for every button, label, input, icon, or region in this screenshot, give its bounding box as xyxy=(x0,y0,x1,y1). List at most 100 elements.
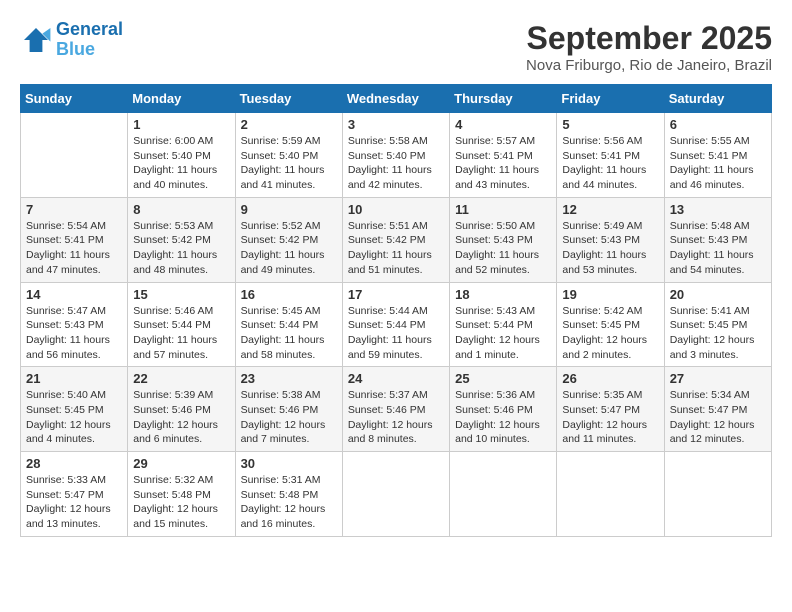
day-number: 28 xyxy=(26,456,122,471)
day-number: 9 xyxy=(241,202,337,217)
calendar-cell: 12 Sunrise: 5:49 AMSunset: 5:43 PMDayligh… xyxy=(557,197,664,282)
calendar-cell: 30 Sunrise: 5:31 AMSunset: 5:48 PMDayligh… xyxy=(235,452,342,537)
day-number: 5 xyxy=(562,117,658,132)
calendar-cell: 21 Sunrise: 5:40 AMSunset: 5:45 PMDayligh… xyxy=(21,367,128,452)
calendar-cell: 6 Sunrise: 5:55 AMSunset: 5:41 PMDaylight… xyxy=(664,113,771,198)
day-info: Sunrise: 5:33 AMSunset: 5:47 PMDaylight:… xyxy=(26,473,122,532)
calendar-cell xyxy=(557,452,664,537)
calendar-cell: 8 Sunrise: 5:53 AMSunset: 5:42 PMDaylight… xyxy=(128,197,235,282)
calendar-cell xyxy=(21,113,128,198)
day-number: 27 xyxy=(670,371,766,386)
calendar-cell: 23 Sunrise: 5:38 AMSunset: 5:46 PMDayligh… xyxy=(235,367,342,452)
day-number: 12 xyxy=(562,202,658,217)
day-number: 24 xyxy=(348,371,444,386)
calendar-cell: 25 Sunrise: 5:36 AMSunset: 5:46 PMDayligh… xyxy=(450,367,557,452)
weekday-header: Tuesday xyxy=(235,85,342,113)
day-number: 2 xyxy=(241,117,337,132)
day-number: 21 xyxy=(26,371,122,386)
calendar-cell: 10 Sunrise: 5:51 AMSunset: 5:42 PMDayligh… xyxy=(342,197,449,282)
weekday-header: Sunday xyxy=(21,85,128,113)
calendar-cell: 9 Sunrise: 5:52 AMSunset: 5:42 PMDaylight… xyxy=(235,197,342,282)
calendar-cell xyxy=(664,452,771,537)
calendar-cell: 20Sunrise: 5:41 AMSunset: 5:45 PMDayligh… xyxy=(664,282,771,367)
day-number: 10 xyxy=(348,202,444,217)
weekday-header: Thursday xyxy=(450,85,557,113)
day-info: Sunrise: 5:53 AMSunset: 5:42 PMDaylight:… xyxy=(133,219,229,278)
calendar-table: SundayMondayTuesdayWednesdayThursdayFrid… xyxy=(20,84,772,537)
day-number: 19 xyxy=(562,287,658,302)
day-info: Sunrise: 5:43 AMSunset: 5:44 PMDaylight:… xyxy=(455,304,551,363)
calendar-cell: 17Sunrise: 5:44 AMSunset: 5:44 PMDayligh… xyxy=(342,282,449,367)
calendar-cell: 24 Sunrise: 5:37 AMSunset: 5:46 PMDayligh… xyxy=(342,367,449,452)
day-number: 30 xyxy=(241,456,337,471)
day-number: 7 xyxy=(26,202,122,217)
calendar-week-row: 14Sunrise: 5:47 AMSunset: 5:43 PMDayligh… xyxy=(21,282,772,367)
weekday-header-row: SundayMondayTuesdayWednesdayThursdayFrid… xyxy=(21,85,772,113)
day-number: 3 xyxy=(348,117,444,132)
day-info: Sunrise: 5:32 AMSunset: 5:48 PMDaylight:… xyxy=(133,473,229,532)
month-title: September 2025 xyxy=(526,20,772,57)
calendar-cell: 11 Sunrise: 5:50 AMSunset: 5:43 PMDayligh… xyxy=(450,197,557,282)
title-area: September 2025 Nova Friburgo, Rio de Jan… xyxy=(526,20,772,74)
calendar-week-row: 1Sunrise: 6:00 AMSunset: 5:40 PMDaylight… xyxy=(21,113,772,198)
day-number: 4 xyxy=(455,117,551,132)
day-info: Sunrise: 5:40 AMSunset: 5:45 PMDaylight:… xyxy=(26,388,122,447)
calendar-week-row: 7 Sunrise: 5:54 AMSunset: 5:41 PMDaylight… xyxy=(21,197,772,282)
logo-icon xyxy=(20,24,52,56)
weekday-header: Monday xyxy=(128,85,235,113)
calendar-cell: 13Sunrise: 5:48 AMSunset: 5:43 PMDayligh… xyxy=(664,197,771,282)
calendar-cell: 15Sunrise: 5:46 AMSunset: 5:44 PMDayligh… xyxy=(128,282,235,367)
day-info: Sunrise: 5:45 AMSunset: 5:44 PMDaylight:… xyxy=(241,304,337,363)
day-info: Sunrise: 5:54 AMSunset: 5:41 PMDaylight:… xyxy=(26,219,122,278)
day-info: Sunrise: 5:51 AMSunset: 5:42 PMDaylight:… xyxy=(348,219,444,278)
day-info: Sunrise: 5:49 AMSunset: 5:43 PMDaylight:… xyxy=(562,219,658,278)
day-info: Sunrise: 5:36 AMSunset: 5:46 PMDaylight:… xyxy=(455,388,551,447)
location: Nova Friburgo, Rio de Janeiro, Brazil xyxy=(526,57,772,74)
day-number: 29 xyxy=(133,456,229,471)
day-info: Sunrise: 5:35 AMSunset: 5:47 PMDaylight:… xyxy=(562,388,658,447)
day-info: Sunrise: 5:55 AMSunset: 5:41 PMDaylight:… xyxy=(670,134,766,193)
day-info: Sunrise: 5:38 AMSunset: 5:46 PMDaylight:… xyxy=(241,388,337,447)
calendar-cell: 29 Sunrise: 5:32 AMSunset: 5:48 PMDayligh… xyxy=(128,452,235,537)
day-number: 26 xyxy=(562,371,658,386)
day-info: Sunrise: 5:31 AMSunset: 5:48 PMDaylight:… xyxy=(241,473,337,532)
day-info: Sunrise: 5:42 AMSunset: 5:45 PMDaylight:… xyxy=(562,304,658,363)
calendar-cell: 5 Sunrise: 5:56 AMSunset: 5:41 PMDaylight… xyxy=(557,113,664,198)
calendar-cell: 26 Sunrise: 5:35 AMSunset: 5:47 PMDayligh… xyxy=(557,367,664,452)
day-number: 11 xyxy=(455,202,551,217)
calendar-cell: 22 Sunrise: 5:39 AMSunset: 5:46 PMDayligh… xyxy=(128,367,235,452)
weekday-header: Wednesday xyxy=(342,85,449,113)
calendar-cell xyxy=(450,452,557,537)
day-info: Sunrise: 5:50 AMSunset: 5:43 PMDaylight:… xyxy=(455,219,551,278)
day-number: 6 xyxy=(670,117,766,132)
calendar-cell: 7 Sunrise: 5:54 AMSunset: 5:41 PMDaylight… xyxy=(21,197,128,282)
day-number: 20 xyxy=(670,287,766,302)
day-info: Sunrise: 5:59 AMSunset: 5:40 PMDaylight:… xyxy=(241,134,337,193)
day-number: 23 xyxy=(241,371,337,386)
day-info: Sunrise: 5:57 AMSunset: 5:41 PMDaylight:… xyxy=(455,134,551,193)
calendar-week-row: 28 Sunrise: 5:33 AMSunset: 5:47 PMDayligh… xyxy=(21,452,772,537)
logo-text: General Blue xyxy=(56,20,123,60)
day-number: 8 xyxy=(133,202,229,217)
logo: General Blue xyxy=(20,20,123,60)
calendar-cell xyxy=(342,452,449,537)
day-number: 22 xyxy=(133,371,229,386)
day-info: Sunrise: 5:56 AMSunset: 5:41 PMDaylight:… xyxy=(562,134,658,193)
calendar-cell: 14Sunrise: 5:47 AMSunset: 5:43 PMDayligh… xyxy=(21,282,128,367)
calendar-week-row: 21 Sunrise: 5:40 AMSunset: 5:45 PMDayligh… xyxy=(21,367,772,452)
day-number: 25 xyxy=(455,371,551,386)
calendar-cell: 19 Sunrise: 5:42 AMSunset: 5:45 PMDayligh… xyxy=(557,282,664,367)
day-info: Sunrise: 5:47 AMSunset: 5:43 PMDaylight:… xyxy=(26,304,122,363)
calendar-cell: 2 Sunrise: 5:59 AMSunset: 5:40 PMDaylight… xyxy=(235,113,342,198)
day-info: Sunrise: 5:52 AMSunset: 5:42 PMDaylight:… xyxy=(241,219,337,278)
calendar-cell: 27Sunrise: 5:34 AMSunset: 5:47 PMDayligh… xyxy=(664,367,771,452)
day-number: 17 xyxy=(348,287,444,302)
calendar-cell: 4 Sunrise: 5:57 AMSunset: 5:41 PMDaylight… xyxy=(450,113,557,198)
calendar-cell: 16Sunrise: 5:45 AMSunset: 5:44 PMDayligh… xyxy=(235,282,342,367)
day-info: Sunrise: 5:37 AMSunset: 5:46 PMDaylight:… xyxy=(348,388,444,447)
day-info: Sunrise: 5:39 AMSunset: 5:46 PMDaylight:… xyxy=(133,388,229,447)
page-header: General Blue September 2025 Nova Friburg… xyxy=(20,20,772,74)
weekday-header: Friday xyxy=(557,85,664,113)
day-info: Sunrise: 6:00 AMSunset: 5:40 PMDaylight:… xyxy=(133,134,229,193)
day-number: 18 xyxy=(455,287,551,302)
